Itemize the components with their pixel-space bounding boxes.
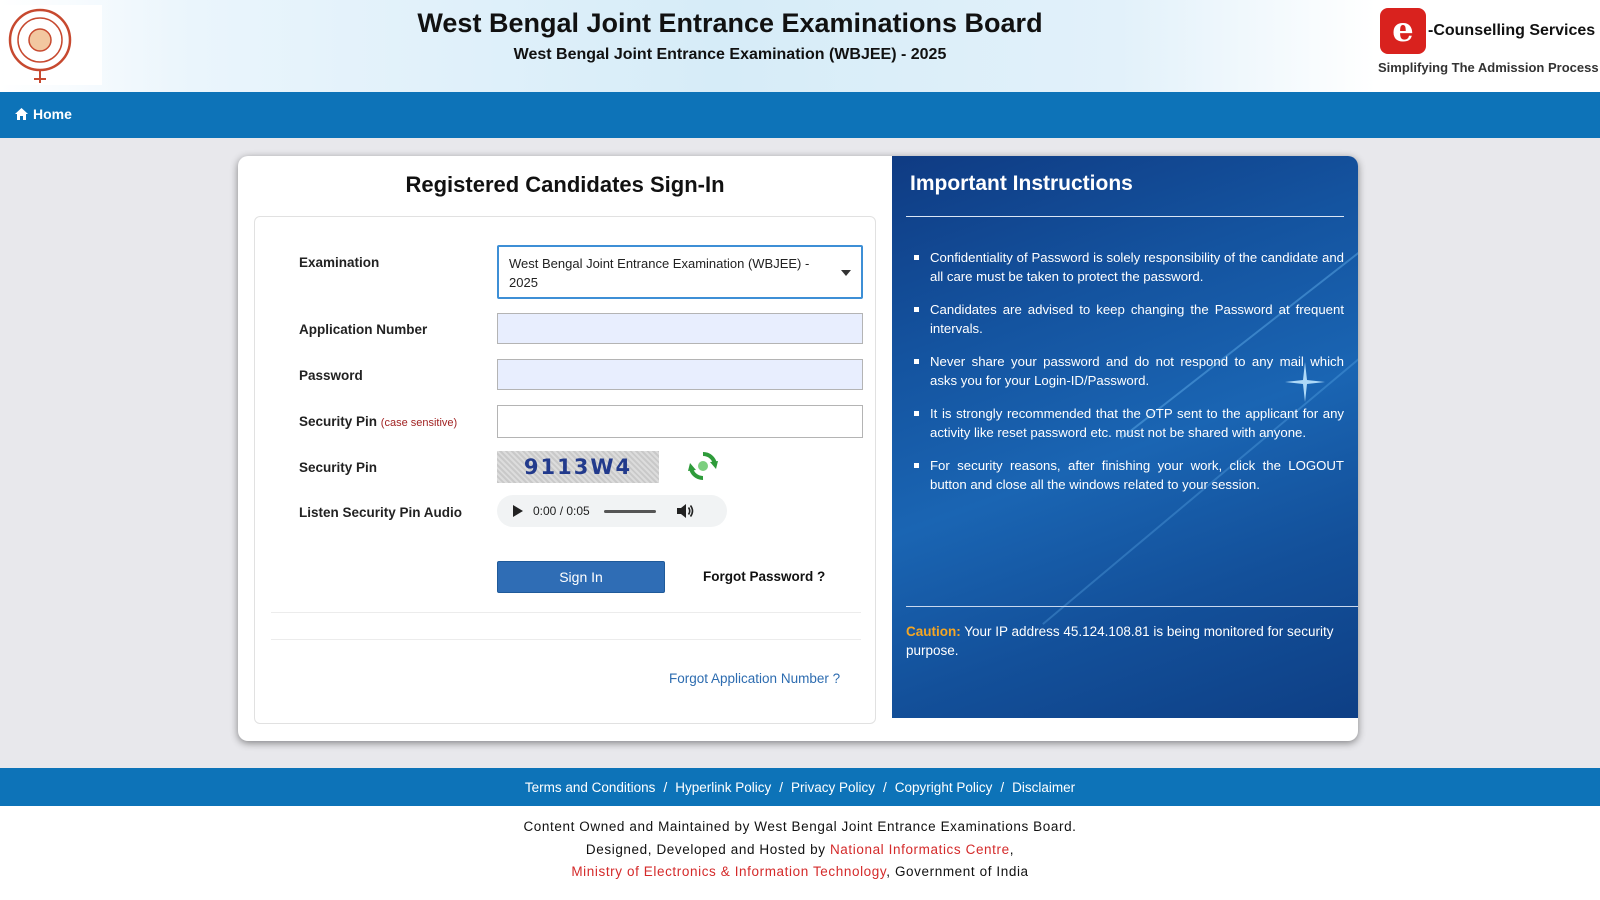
list-item: Candidates are advised to keep changing … xyxy=(912,300,1344,338)
instructions-title: Important Instructions xyxy=(910,172,1133,195)
separator: / xyxy=(1000,779,1005,795)
footer-links: Terms and Conditions / Hyperlink Policy … xyxy=(0,768,1600,806)
list-item: It is strongly recommended that the OTP … xyxy=(912,404,1344,442)
e-counselling-logo-letter: e xyxy=(1392,10,1414,50)
password-input[interactable] xyxy=(497,359,863,390)
case-sensitive-note: (case sensitive) xyxy=(380,417,458,429)
footer-line-2-prefix: Designed, Developed and Hosted by xyxy=(585,841,830,857)
page-subtitle: West Bengal Joint Entrance Examination (… xyxy=(513,46,947,63)
terms-link[interactable]: Terms and Conditions xyxy=(525,780,656,795)
page-title: West Bengal Joint Entrance Examinations … xyxy=(417,8,1043,38)
caution-label: Caution: xyxy=(906,624,961,639)
separator: / xyxy=(663,779,668,795)
list-item: For security reasons, after finishing yo… xyxy=(912,456,1344,494)
audio-progress-slider[interactable] xyxy=(603,509,656,513)
e-counselling-tagline: Simplifying The Admission Process xyxy=(1378,60,1599,75)
home-link-label: Home xyxy=(33,106,72,122)
e-counselling-logo-icon: e xyxy=(1380,8,1426,54)
volume-icon[interactable] xyxy=(676,503,694,519)
examination-selected-value: West Bengal Joint Entrance Examination (… xyxy=(509,256,810,290)
chevron-down-icon xyxy=(841,270,851,276)
home-icon xyxy=(15,108,28,120)
examination-select[interactable]: West Bengal Joint Entrance Examination (… xyxy=(497,245,863,299)
play-icon[interactable] xyxy=(513,505,523,517)
security-pin-label: Security Pin xyxy=(299,460,378,475)
instructions-panel: Important Instructions Confidentiality o… xyxy=(892,156,1358,718)
footer-line-1: Content Owned and Maintained by West Ben… xyxy=(523,819,1077,834)
application-number-input[interactable] xyxy=(497,313,863,344)
site-header: West Bengal Joint Entrance Examinations … xyxy=(0,0,1600,92)
forgot-password-link[interactable]: Forgot Password ? xyxy=(703,569,825,584)
security-pin-input-label-text: Security Pin xyxy=(299,414,378,429)
divider xyxy=(906,216,1344,217)
e-counselling-brand: -Counselling Services xyxy=(1428,22,1596,39)
footer-line-2-suffix: , xyxy=(1009,841,1015,857)
divider xyxy=(906,606,1358,607)
refresh-captcha-icon[interactable] xyxy=(686,449,720,483)
separator: / xyxy=(779,779,783,795)
audio-label: Listen Security Pin Audio xyxy=(299,505,463,520)
footer-line-3: Ministry of Electronics & Information Te… xyxy=(0,861,1600,884)
footer-credits: Content Owned and Maintained by West Ben… xyxy=(0,806,1600,900)
security-pin-input[interactable] xyxy=(497,405,863,438)
security-pin-audio-player: 0:00 / 0:05 xyxy=(497,495,727,527)
divider xyxy=(271,612,861,613)
captcha-image: 9113W4 xyxy=(497,451,659,483)
signin-title: Registered Candidates Sign-In xyxy=(405,172,725,197)
password-label: Password xyxy=(299,368,363,383)
nic-link[interactable]: National Informatics Centre xyxy=(830,842,1010,857)
hyperlink-policy-link[interactable]: Hyperlink Policy xyxy=(675,780,771,795)
copyright-policy-link[interactable]: Copyright Policy xyxy=(895,780,993,795)
separator: / xyxy=(883,779,887,795)
forgot-application-number-link[interactable]: Forgot Application Number ? xyxy=(669,671,840,686)
application-number-label: Application Number xyxy=(299,322,428,337)
signin-card: Registered Candidates Sign-In Examinatio… xyxy=(238,156,1358,741)
security-pin-input-label: Security Pin (case sensitive) xyxy=(299,414,457,429)
caution-text: Your IP address 45.124.108.81 is being m… xyxy=(906,624,1334,658)
signin-form: Examination West Bengal Joint Entrance E… xyxy=(254,216,876,724)
examination-label: Examination xyxy=(299,255,380,270)
caution-note: Caution: Your IP address 45.124.108.81 i… xyxy=(906,622,1354,660)
top-nav: Home xyxy=(0,92,1600,138)
meity-link[interactable]: Ministry of Electronics & Information Te… xyxy=(571,864,886,879)
footer-line-3-suffix: , Government of India xyxy=(886,864,1029,879)
divider xyxy=(271,639,861,640)
audio-time: 0:00 / 0:05 xyxy=(533,504,590,518)
list-item: Confidentiality of Password is solely re… xyxy=(912,248,1344,286)
disclaimer-link[interactable]: Disclaimer xyxy=(1012,780,1075,795)
sign-in-button[interactable]: Sign In xyxy=(497,561,665,593)
list-item: Never share your password and do not res… xyxy=(912,352,1344,390)
instructions-list: Confidentiality of Password is solely re… xyxy=(912,248,1344,508)
privacy-policy-link[interactable]: Privacy Policy xyxy=(791,780,875,795)
home-link[interactable]: Home xyxy=(15,106,72,122)
footer-line-2: Designed, Developed and Hosted by Nation… xyxy=(0,839,1600,862)
